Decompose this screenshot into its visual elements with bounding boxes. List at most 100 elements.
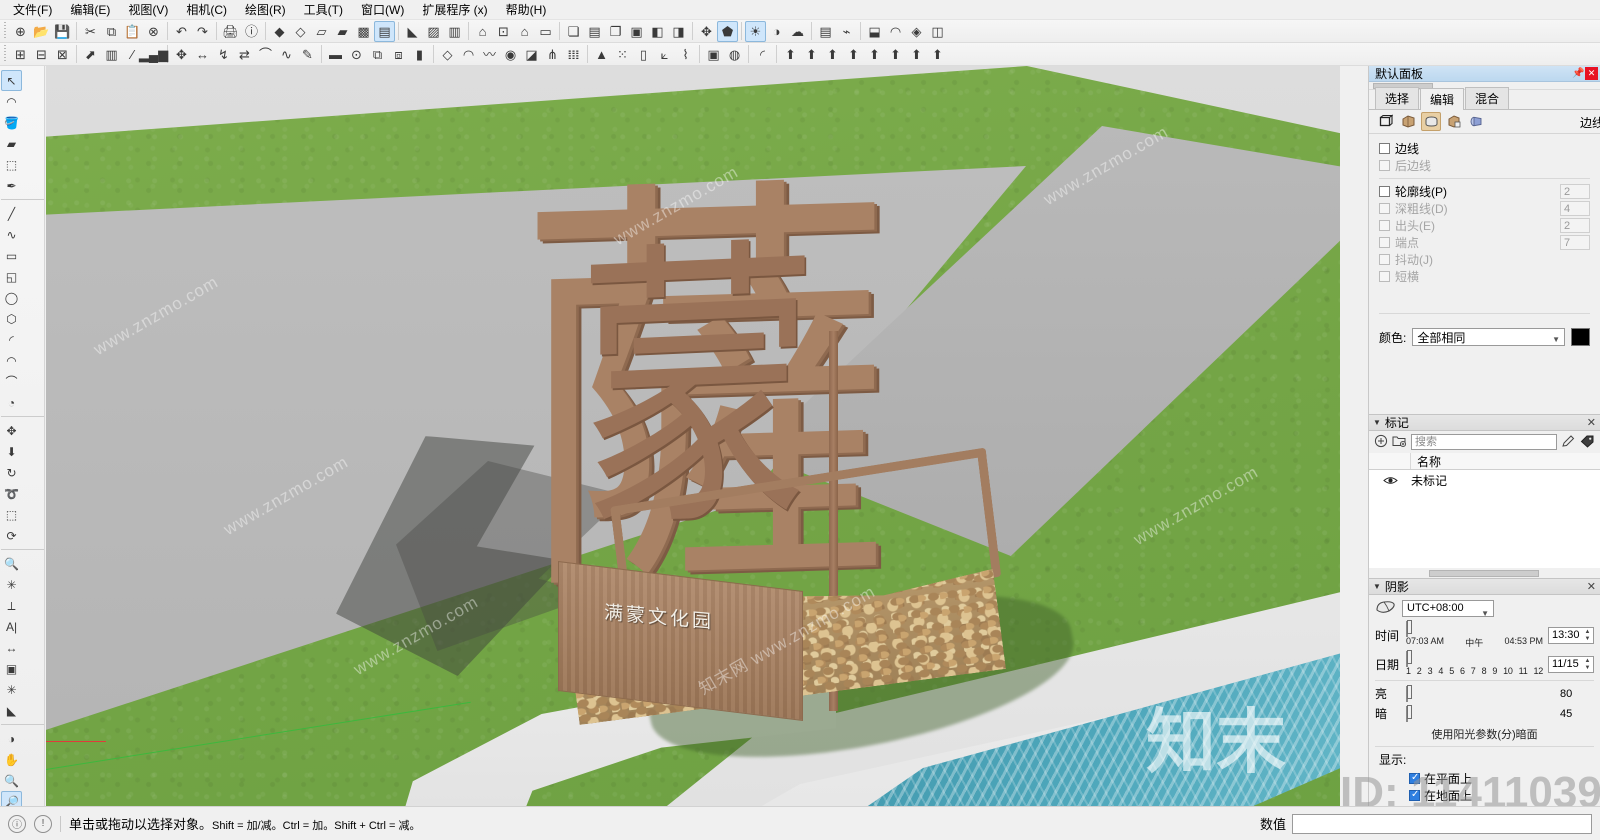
value-profiles[interactable]: 2 (1560, 184, 1590, 199)
undo-icon[interactable]: ↶ (171, 21, 192, 42)
eye-icon[interactable] (1369, 475, 1411, 486)
smoove-icon[interactable]: ◠ (885, 21, 906, 42)
style-edges-icon[interactable] (1375, 112, 1395, 131)
tape-measure-icon[interactable]: 🔍 (1, 553, 22, 574)
tag-manager-icon[interactable] (1580, 434, 1595, 451)
time-value-field[interactable]: 13:30 ▲ ▼ (1548, 627, 1594, 644)
color-swatch[interactable] (1571, 328, 1590, 346)
rotate-icon[interactable]: ↯ (213, 44, 234, 65)
shadows-icon[interactable]: ◑ (766, 21, 787, 42)
option-row-extension[interactable]: 出头(E) 2 (1379, 217, 1590, 234)
fog-icon[interactable]: ☁ (787, 21, 808, 42)
push-pull-tool-icon[interactable]: ⬇ (1, 441, 22, 462)
line-tool-icon[interactable]: ╱ (1, 203, 22, 224)
paint-tool-icon[interactable]: ◣ (1, 700, 22, 721)
search-input[interactable]: 搜索 (1411, 434, 1557, 450)
redo-icon[interactable]: ↷ (192, 21, 213, 42)
checkbox-profiles[interactable] (1379, 186, 1390, 197)
style-texture-icon[interactable]: ▩ (353, 21, 374, 42)
menu-item-extensions[interactable]: 扩展程序 (x) (413, 0, 496, 20)
pin-icon[interactable]: 📌 (1572, 67, 1585, 80)
time-slider-track[interactable] (1406, 620, 1412, 637)
date-slider[interactable]: 1 2 3 4 5 6 7 8 9 10 11 12 (1406, 650, 1543, 676)
lift-up-icon[interactable]: ⬆ (780, 44, 801, 65)
move-icon[interactable]: ✥ (171, 44, 192, 65)
table-row[interactable]: 未标记 (1369, 470, 1600, 490)
pan-tool-icon[interactable]: ✋ (1, 749, 22, 770)
option-row-profiles[interactable]: 轮廓线(P) 2 (1379, 183, 1590, 200)
close-icon[interactable]: ✕ (1587, 416, 1596, 429)
three-point-arc-icon[interactable]: ⌒ (1, 371, 22, 392)
component-icon[interactable]: ⬚ (1, 154, 22, 175)
add-tag-icon[interactable] (1374, 434, 1388, 451)
axis-m-icon[interactable]: ⬆ (927, 44, 948, 65)
scale-icon[interactable]: ▂▄▆ (139, 44, 168, 65)
offset-tool-icon[interactable]: ⟳ (1, 525, 22, 546)
layers-icon[interactable]: ▤ (584, 21, 605, 42)
new-icon[interactable]: ⊕ (10, 21, 31, 42)
dark-slider[interactable] (1406, 704, 1555, 722)
checkbox-dashes[interactable] (1379, 271, 1390, 282)
menu-item-draw[interactable]: 绘图(R) (236, 0, 295, 20)
dynamic-components-icon[interactable]: ⊞ (10, 44, 31, 65)
polygon-tool-icon[interactable]: ⬡ (1, 308, 22, 329)
menu-item-help[interactable]: 帮助(H) (497, 0, 556, 20)
option-row-endpoints[interactable]: 端点 7 (1379, 234, 1590, 251)
scenes-icon[interactable]: ▣ (626, 21, 647, 42)
truss-icon[interactable]: 𝍖 (563, 44, 584, 65)
circle-tool-icon[interactable]: ⊙ (346, 44, 367, 65)
view-right-icon[interactable]: ▭ (535, 21, 556, 42)
pie-tool-icon[interactable]: ◔ (1, 392, 22, 413)
shape-bender-icon[interactable]: ◇ (437, 44, 458, 65)
menu-item-file[interactable]: 文件(F) (4, 0, 61, 20)
protractor-icon[interactable]: ⟀ (654, 44, 675, 65)
option-row-edges[interactable]: 边线 (1379, 140, 1590, 157)
lasso-select-icon[interactable]: ◠ (1, 91, 22, 112)
arc-icon[interactable]: ⌒ (255, 44, 276, 65)
section-plane-icon[interactable]: ▨ (423, 21, 444, 42)
follow-me-icon[interactable]: ▥ (101, 44, 122, 65)
open-icon[interactable]: 📂 (31, 21, 52, 42)
erase-icon[interactable]: ⊗ (143, 21, 164, 42)
light-slider-track[interactable] (1406, 684, 1412, 702)
section-plane-tool-icon[interactable]: ✳ (1, 679, 22, 700)
select-tool-icon[interactable]: ↖ (1, 70, 22, 91)
light-slider-thumb[interactable] (1407, 684, 1412, 699)
tags-horizontal-scrollbar[interactable] (1369, 568, 1600, 578)
dimension-tool-icon[interactable]: ↔ (1, 637, 22, 658)
cut-icon[interactable]: ✂ (80, 21, 101, 42)
collapse-arrow-icon[interactable]: ▼ (1373, 418, 1381, 427)
axis-x-icon[interactable]: ⬆ (906, 44, 927, 65)
option-row-dashes[interactable]: 短横 (1379, 268, 1590, 285)
slice-icon[interactable]: ◪ (521, 44, 542, 65)
axis-v-icon[interactable]: ⬆ (864, 44, 885, 65)
axis-z-icon[interactable]: ⬆ (801, 44, 822, 65)
color-mode-select[interactable]: 全部相同 ▼ (1412, 328, 1565, 346)
scene-import-icon[interactable]: ◍ (724, 44, 745, 65)
styles-icon[interactable]: ◧ (647, 21, 668, 42)
arc-tool-icon[interactable]: ◜ (1, 329, 22, 350)
scene-export-icon[interactable]: ▣ (703, 44, 724, 65)
axis-j-icon[interactable]: ⬆ (822, 44, 843, 65)
spinner-icon[interactable]: ▲ ▼ (1583, 658, 1592, 671)
value-endpoints[interactable]: 7 (1560, 235, 1590, 250)
shadows-section-header[interactable]: ▼ 阴影 ✕ (1369, 578, 1600, 595)
text-tool-icon[interactable]: A| (1, 616, 22, 637)
save-icon[interactable]: 💾 (52, 21, 73, 42)
date-value-field[interactable]: 11/15 ▲ ▼ (1548, 655, 1594, 673)
view-top-icon[interactable]: ⊡ (493, 21, 514, 42)
add-tag-folder-icon[interactable] (1392, 434, 1407, 451)
menu-item-camera[interactable]: 相机(C) (177, 0, 236, 20)
solar-north-icon[interactable]: ☀ (745, 20, 766, 42)
sandbox-from-scratch-icon[interactable]: ⬓ (864, 21, 885, 42)
drape-icon[interactable]: ◫ (927, 21, 948, 42)
weld-icon[interactable]: ⧉ (367, 44, 388, 65)
tags-list[interactable]: 未标记 (1369, 470, 1600, 568)
style-back-icon[interactable]: ◣ (402, 21, 423, 42)
checkbox-on-faces[interactable] (1409, 772, 1420, 784)
dark-slider-thumb[interactable] (1407, 704, 1412, 719)
close-icon[interactable]: ✕ (1587, 580, 1596, 593)
eraser-icon[interactable]: ▰ (1, 133, 22, 154)
value-extension[interactable]: 2 (1560, 218, 1590, 233)
checkbox-extension[interactable] (1379, 220, 1390, 231)
